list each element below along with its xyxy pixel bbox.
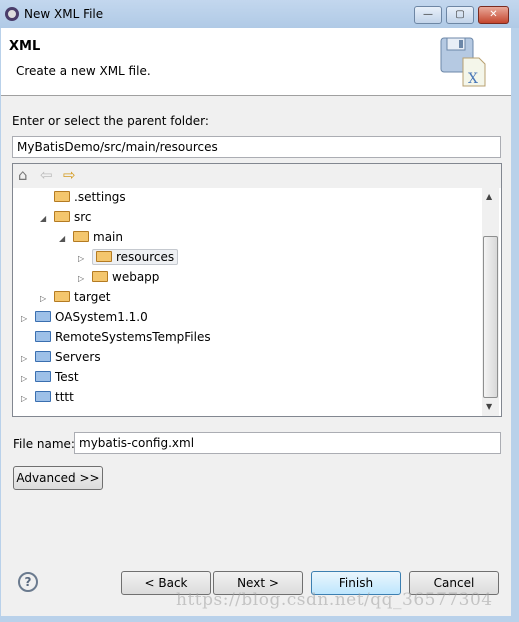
tree-item-content: target bbox=[54, 290, 111, 304]
tree-item[interactable]: ▷ target bbox=[40, 287, 111, 307]
wizard-title: XML bbox=[9, 39, 41, 54]
tree-item-label: .settings bbox=[74, 190, 126, 204]
scroll-thumb[interactable] bbox=[483, 236, 498, 398]
tree-item[interactable]: ▷ Servers bbox=[21, 347, 101, 367]
folder-tree: ⌂ ⇦ ⇨ .settings ◢ src ◢ main ▷ resources ▷ webap… bbox=[12, 163, 502, 417]
tree-item-label: Servers bbox=[55, 350, 101, 364]
tree-item-content: Servers bbox=[35, 350, 101, 364]
tree-item-label: OASystem1.1.0 bbox=[55, 310, 148, 324]
help-icon[interactable]: ? bbox=[18, 572, 38, 592]
window-title: New XML File bbox=[24, 7, 104, 21]
svg-text:X: X bbox=[468, 71, 478, 87]
project-icon bbox=[35, 331, 51, 342]
folder-icon bbox=[54, 211, 70, 222]
close-button[interactable]: ✕ bbox=[478, 6, 509, 24]
expand-toggle-icon[interactable]: ◢ bbox=[40, 209, 54, 229]
tree-item[interactable]: ▷ webapp bbox=[78, 267, 159, 287]
home-icon[interactable]: ⌂ bbox=[18, 166, 28, 184]
tree-item-content: RemoteSystemsTempFiles bbox=[35, 330, 211, 344]
minimize-button[interactable]: — bbox=[414, 6, 442, 24]
forward-arrow-icon[interactable]: ⇨ bbox=[63, 166, 76, 184]
folder-icon bbox=[92, 271, 108, 282]
parent-folder-input[interactable]: MyBatisDemo/src/main/resources bbox=[12, 136, 501, 158]
file-name-input[interactable]: mybatis-config.xml bbox=[74, 432, 501, 454]
tree-item[interactable]: .settings bbox=[40, 187, 126, 207]
eclipse-icon bbox=[5, 7, 19, 21]
folder-icon bbox=[96, 251, 112, 262]
scroll-up-icon[interactable]: ▲ bbox=[486, 192, 492, 201]
tree-item-content: Test bbox=[35, 370, 79, 384]
expand-toggle-icon[interactable]: ▷ bbox=[21, 349, 35, 369]
tree-item[interactable]: ▷ tttt bbox=[21, 387, 74, 407]
tree-item-label: tttt bbox=[55, 390, 74, 404]
tree-item-content: main bbox=[73, 230, 123, 244]
tree-item-label: target bbox=[74, 290, 111, 304]
tree-item[interactable]: RemoteSystemsTempFiles bbox=[21, 327, 211, 347]
watermark: https://blog.csdn.net/qq_36577304 bbox=[176, 590, 493, 610]
expand-toggle-icon[interactable]: ▷ bbox=[78, 269, 92, 289]
tree-toolbar: ⌂ ⇦ ⇨ bbox=[13, 164, 501, 188]
folder-icon bbox=[54, 191, 70, 202]
wizard-header: XML Create a new XML file. X bbox=[1, 28, 511, 96]
vertical-scrollbar[interactable]: ▲ ▼ bbox=[482, 188, 499, 416]
tree-item[interactable]: ◢ main bbox=[59, 227, 123, 247]
tree-item[interactable]: ▷ Test bbox=[21, 367, 79, 387]
expand-toggle-icon[interactable]: ▷ bbox=[21, 389, 35, 409]
tree-item[interactable]: ▷ resources bbox=[78, 247, 179, 269]
tree-item-content: .settings bbox=[54, 190, 126, 204]
project-icon bbox=[35, 371, 51, 382]
project-icon bbox=[35, 351, 51, 362]
expand-toggle-icon[interactable]: ◢ bbox=[59, 229, 73, 249]
tree-item-content: resources bbox=[92, 249, 179, 265]
tree-item-content: src bbox=[54, 210, 92, 224]
tree-item-content: OASystem1.1.0 bbox=[35, 310, 148, 324]
scroll-down-icon[interactable]: ▼ bbox=[486, 402, 492, 411]
project-icon bbox=[35, 311, 51, 322]
advanced-button[interactable]: Advanced >> bbox=[13, 466, 103, 490]
parent-folder-label: Enter or select the parent folder: bbox=[12, 114, 209, 128]
file-name-label: File name: bbox=[13, 437, 75, 451]
tree-item-label: resources bbox=[116, 250, 175, 264]
tree-item-label: Test bbox=[55, 370, 79, 384]
expand-toggle-icon[interactable]: ▷ bbox=[78, 249, 92, 269]
wizard-description: Create a new XML file. bbox=[16, 64, 151, 78]
tree-item-label: main bbox=[93, 230, 123, 244]
tree-item-content: tttt bbox=[35, 390, 74, 404]
tree-item-content: webapp bbox=[92, 270, 159, 284]
expand-toggle-icon[interactable]: ▷ bbox=[21, 309, 35, 329]
xml-file-wizard-icon: X bbox=[440, 37, 486, 87]
tree-item-label: webapp bbox=[112, 270, 160, 284]
project-icon bbox=[35, 391, 51, 402]
expand-toggle-icon[interactable]: ▷ bbox=[40, 289, 54, 309]
tree-item-label: src bbox=[74, 210, 92, 224]
tree-item-label: RemoteSystemsTempFiles bbox=[55, 330, 211, 344]
folder-icon bbox=[54, 291, 70, 302]
maximize-button[interactable]: ▢ bbox=[446, 6, 474, 24]
folder-icon bbox=[73, 231, 89, 242]
expand-toggle-icon[interactable]: ▷ bbox=[21, 369, 35, 389]
tree-item[interactable]: ▷ OASystem1.1.0 bbox=[21, 307, 148, 327]
title-bar: New XML File — ▢ ✕ bbox=[0, 0, 519, 28]
tree-item[interactable]: ◢ src bbox=[40, 207, 92, 227]
back-arrow-icon[interactable]: ⇦ bbox=[40, 166, 53, 184]
